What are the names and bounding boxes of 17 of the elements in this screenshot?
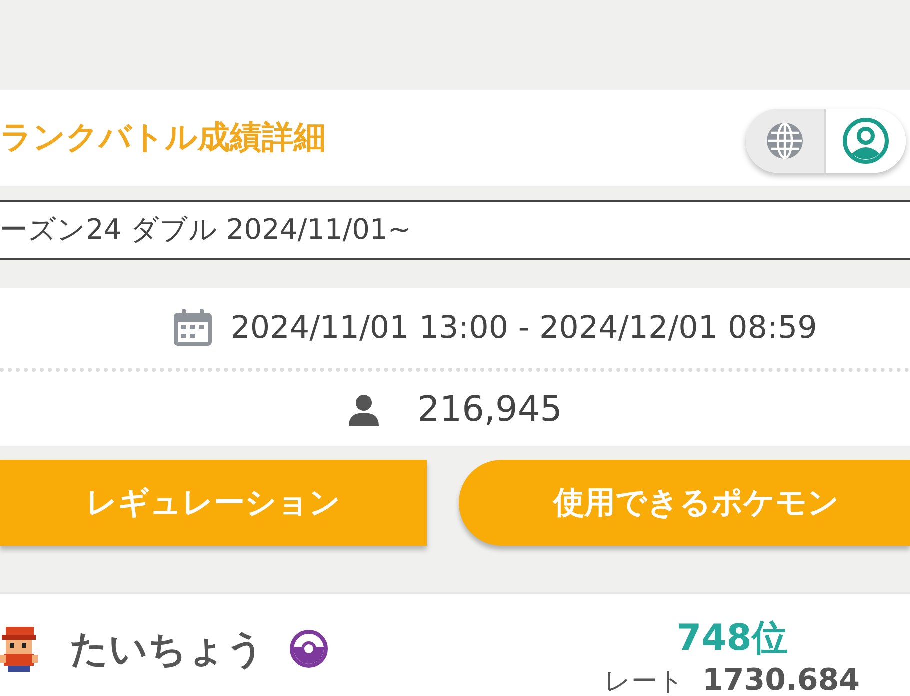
player-count: 216,945: [418, 390, 562, 430]
person-icon: [348, 394, 380, 426]
page-title: ランクバトル成績詳細: [0, 117, 326, 158]
rate-value: 1730.684: [702, 662, 860, 696]
season-period: 2024/11/01 13:00 - 2024/12/01 08:59: [230, 310, 818, 346]
calendar-icon: [172, 308, 213, 348]
globe-icon: [765, 121, 805, 161]
rate-label: レート: [604, 666, 684, 696]
rank: 748位: [676, 616, 788, 660]
user-circle-icon: [842, 117, 890, 165]
player-name: たいちょう: [70, 626, 265, 672]
language-button[interactable]: [746, 109, 826, 173]
season-dropdown[interactable]: ーズン24 ダブル 2024/11/01~: [0, 200, 910, 260]
profile-button[interactable]: [826, 109, 906, 173]
ball-icon: [289, 629, 329, 669]
pixel-avatar-icon: [0, 625, 40, 673]
menu-button[interactable]: レギュレーション: [0, 460, 427, 546]
